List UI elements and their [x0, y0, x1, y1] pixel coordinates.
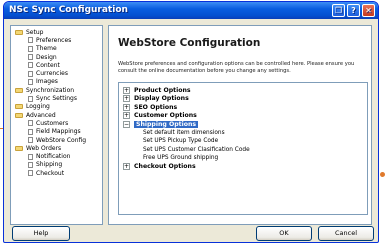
page-icon — [28, 37, 33, 44]
page-icon — [28, 54, 33, 61]
tree-item-notification[interactable]: Notification — [12, 152, 101, 160]
collapse-icon[interactable]: − — [123, 120, 130, 128]
page-icon — [28, 62, 33, 69]
page-icon — [28, 128, 33, 135]
page-title: WebStore Configuration — [118, 37, 261, 49]
shipping-option-item[interactable]: Set UPS Pickup Type Code — [123, 137, 363, 146]
title-bar[interactable]: NSc Sync Configuration ❐ ? ✕ — [4, 2, 378, 19]
options-tree[interactable]: + Product Options + Display Options + SE… — [118, 82, 368, 215]
option-shipping[interactable]: − Shipping Options — [123, 120, 363, 129]
expand-icon[interactable]: + — [123, 86, 130, 94]
page-icon — [28, 45, 33, 52]
help-dialog-button[interactable]: Help — [12, 226, 70, 241]
expand-icon[interactable]: + — [123, 103, 130, 111]
shipping-option-item[interactable]: Set UPS Customer Clasification Code — [123, 146, 363, 155]
folder-icon — [15, 87, 23, 93]
page-icon — [28, 78, 33, 85]
folder-icon — [15, 112, 23, 118]
option-display[interactable]: + Display Options — [123, 95, 363, 104]
tree-item-shipping[interactable]: Shipping — [12, 161, 101, 169]
page-icon — [28, 95, 33, 102]
tree-item-preferences[interactable]: Preferences — [12, 36, 101, 44]
help-button[interactable]: ? — [347, 4, 360, 17]
restore-icon[interactable]: ❐ — [332, 4, 345, 17]
content-panel: WebStore Configuration WebStore preferen… — [108, 25, 372, 225]
option-seo[interactable]: + SEO Options — [123, 103, 363, 112]
tree-item-field-mappings[interactable]: Field Mappings — [12, 128, 101, 136]
tree-item-images[interactable]: Images — [12, 78, 101, 86]
window-title: NSc Sync Configuration — [9, 5, 128, 15]
tree-item-content[interactable]: Content — [12, 61, 101, 69]
tree-item-synchronization[interactable]: Synchronization — [12, 86, 101, 94]
page-icon — [28, 70, 33, 77]
option-customer[interactable]: + Customer Options — [123, 112, 363, 121]
tree-item-sync-settings[interactable]: Sync Settings — [12, 94, 101, 102]
tree-item-web-orders[interactable]: Web Orders — [12, 144, 101, 152]
tree-item-design[interactable]: Design — [12, 53, 101, 61]
option-product[interactable]: + Product Options — [123, 86, 363, 95]
page-icon — [28, 137, 33, 143]
navigation-tree[interactable]: Setup Preferences Theme Design Content C… — [10, 25, 103, 225]
tree-item-logging[interactable]: Logging — [12, 103, 101, 111]
tree-item-customers[interactable]: Customers — [12, 119, 101, 127]
shipping-option-item[interactable]: Set default item dimensions — [123, 129, 363, 138]
expand-icon[interactable]: + — [123, 112, 130, 120]
cancel-button[interactable]: Cancel — [318, 226, 374, 241]
page-icon — [28, 161, 33, 168]
page-description: WebStore preferences and configuration o… — [118, 61, 355, 74]
tree-item-advanced[interactable]: Advanced — [12, 111, 101, 119]
folder-icon — [15, 29, 23, 35]
page-icon — [28, 120, 33, 127]
tree-item-checkout[interactable]: Checkout — [12, 169, 101, 177]
tree-item-currencies[interactable]: Currencies — [12, 69, 101, 77]
tree-item-setup[interactable]: Setup — [12, 28, 101, 36]
shipping-option-item[interactable]: Free UPS Ground shipping — [123, 154, 363, 163]
expand-icon[interactable]: + — [123, 95, 130, 103]
folder-icon — [15, 104, 23, 110]
option-checkout[interactable]: + Checkout Options — [123, 163, 363, 172]
tree-item-theme[interactable]: Theme — [12, 45, 101, 53]
close-button[interactable]: ✕ — [362, 4, 375, 17]
folder-icon — [15, 145, 23, 151]
config-window: NSc Sync Configuration ❐ ? ✕ Setup Prefe… — [3, 1, 379, 243]
page-icon — [28, 153, 33, 160]
ok-button[interactable]: OK — [256, 226, 312, 241]
page-icon — [28, 170, 33, 177]
callout-dot-right — [380, 172, 385, 177]
tree-item-webstore-config[interactable]: WebStore Config — [12, 136, 101, 144]
expand-icon[interactable]: + — [123, 163, 130, 171]
